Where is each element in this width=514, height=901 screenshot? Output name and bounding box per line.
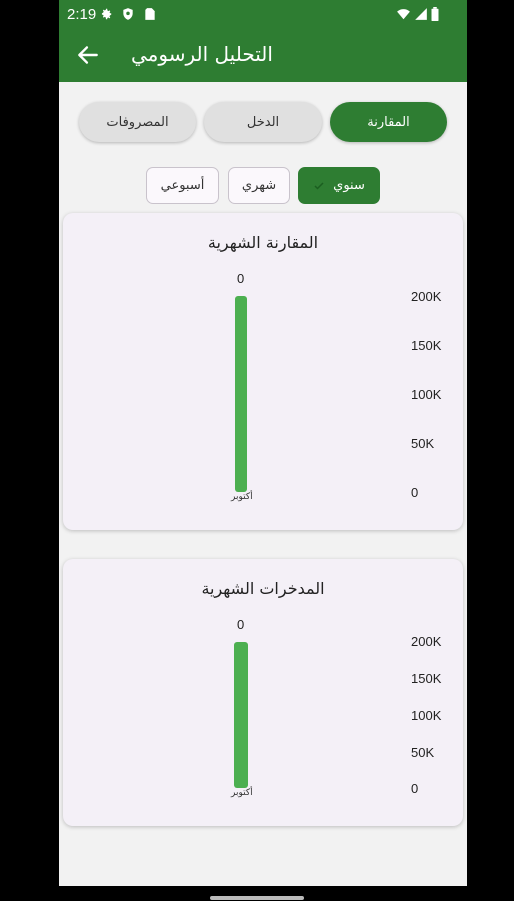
comparison-chart-card: المقارنة الشهرية 0 أكتوبر 200K 150K 100K… [63,213,463,530]
check-icon [314,181,324,190]
bar-october [235,296,247,492]
tab-expenses[interactable]: المصروفات [79,102,196,142]
savings-chart-card: المدخرات الشهرية 0 أكتوبر 200K 150K 100K… [63,559,463,826]
tab-income[interactable]: الدخل [204,102,322,142]
wifi-icon [397,9,410,20]
y-tick-50k: 50K [411,436,435,451]
comparison-chart-title: المقارنة الشهرية [207,233,319,252]
period-monthly-label: شهري [241,178,277,193]
y-tick-150k: 150K [411,338,442,353]
bar-october [234,642,248,788]
signal-icon [415,8,427,20]
period-yearly-label: سنوي [333,178,365,193]
tab-comparison[interactable]: المقارنة [330,102,447,142]
tab-expenses-label: المصروفات [106,114,169,130]
app-screen: 2:19 التحليل الرسومي المقارنة الدخل المص… [59,0,467,886]
status-time: 2:19 [67,6,97,23]
period-weekly-chip[interactable]: أسبوعي [146,167,219,204]
period-yearly-chip[interactable]: سنوي [298,167,380,204]
status-bar: 2:19 [59,0,467,30]
page-title: التحليل الرسومي [131,42,273,66]
y-tick-200k: 200K [411,289,442,304]
app-bar: التحليل الرسومي [59,30,467,82]
tab-comparison-label: المقارنة [367,114,410,130]
settings-icon [101,8,112,20]
y-tick-200k: 200K [411,634,442,649]
home-indicator[interactable] [210,896,304,900]
y-tick-150k: 150K [411,671,442,686]
y-tick-0: 0 [411,485,419,500]
back-arrow-icon[interactable] [75,42,101,68]
bar-category-label: أكتوبر [231,492,253,502]
y-tick-50k: 50K [411,745,435,760]
battery-icon [431,7,439,21]
y-tick-100k: 100K [411,708,442,723]
sim-card-icon [145,8,155,20]
y-tick-100k: 100K [411,387,442,402]
bar-value-label: 0 [237,617,245,632]
period-weekly-label: أسبوعي [160,178,205,193]
bar-value-label: 0 [237,271,245,286]
bar-category-label: أكتوبر [231,788,253,798]
period-monthly-chip[interactable]: شهري [228,167,290,204]
y-tick-0: 0 [411,781,419,796]
tab-income-label: الدخل [246,114,280,130]
savings-chart-title: المدخرات الشهرية [201,579,325,598]
shield-icon [123,8,133,20]
